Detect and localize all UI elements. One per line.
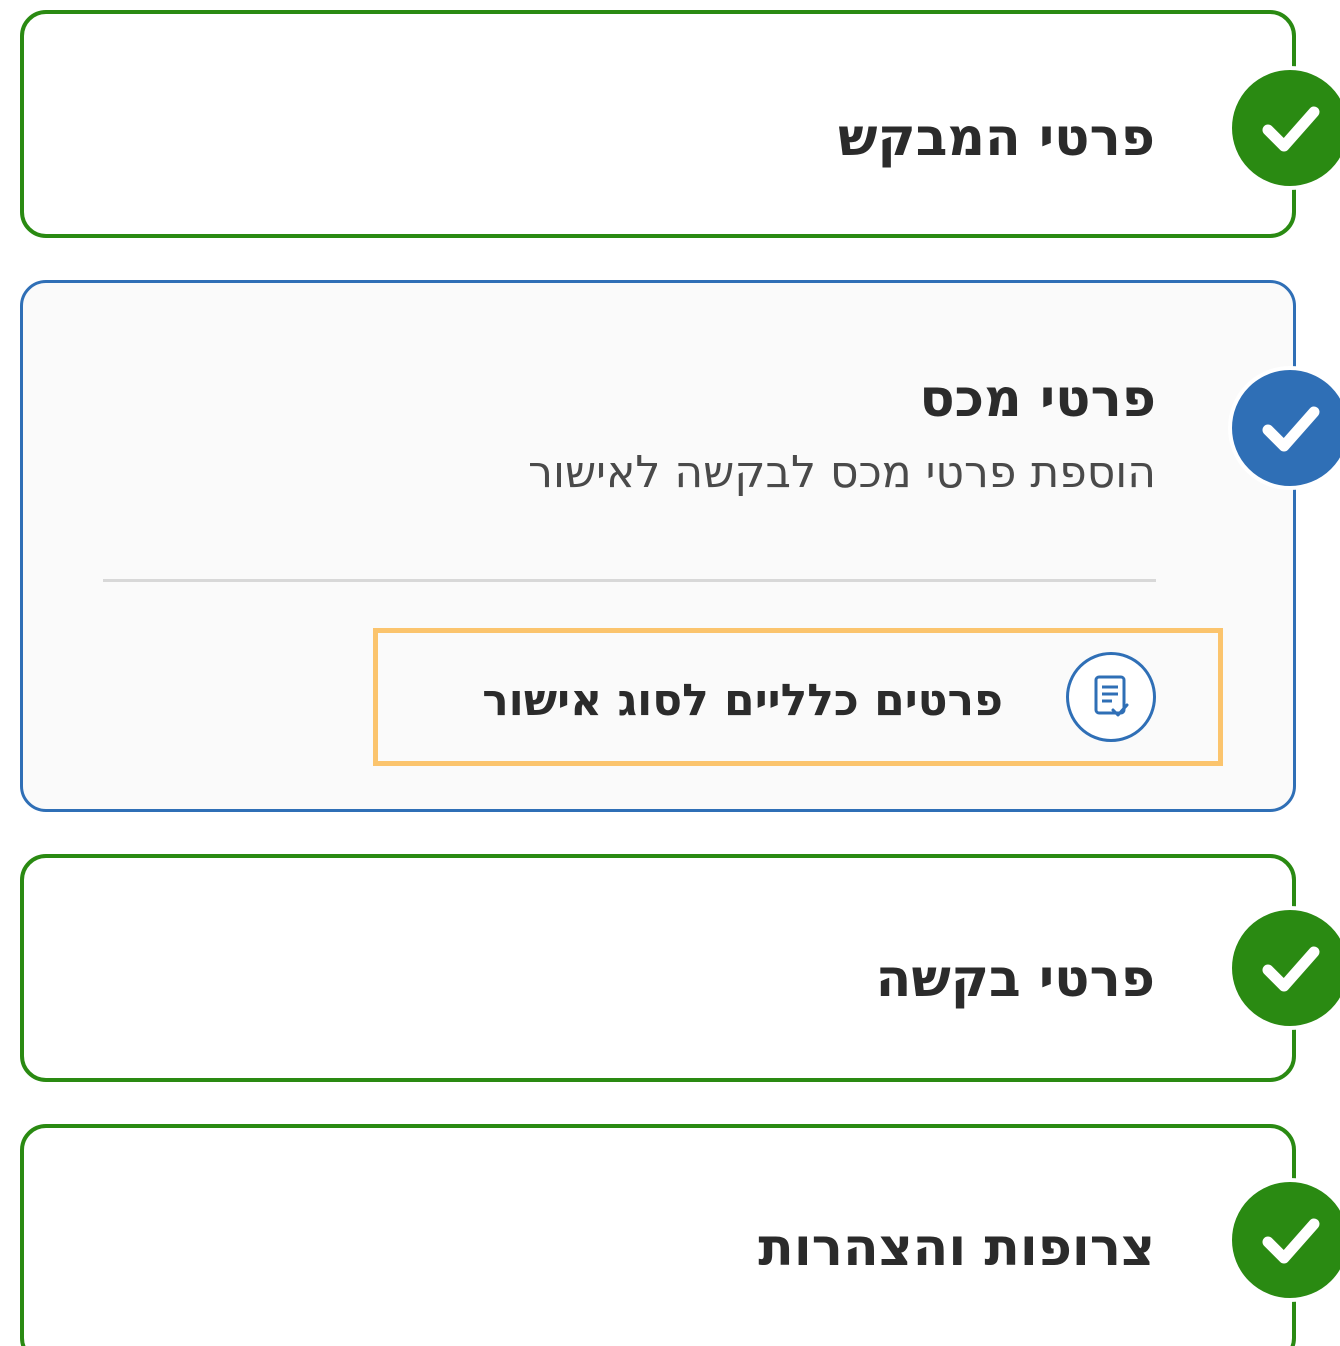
- divider: [103, 579, 1156, 582]
- step-card-request-details[interactable]: פרטי בקשה: [20, 854, 1296, 1082]
- step-status-badge: [1228, 906, 1340, 1030]
- step-subtitle: הוספת פרטי מכס לבקשה לאישור: [528, 447, 1156, 498]
- step-title: פרטי מכס: [919, 369, 1156, 429]
- check-icon: [1262, 1218, 1320, 1264]
- step-card-applicant-details[interactable]: פרטי המבקש: [20, 10, 1296, 238]
- step-status-badge: [1228, 1178, 1340, 1302]
- check-icon: [1262, 946, 1320, 992]
- check-icon: [1262, 106, 1320, 152]
- substep-label: פרטים כלליים לסוג אישור: [482, 675, 1003, 726]
- stepper: פרטי המבקש פרטי מכס הוספת פרטי מכס לבקשה…: [0, 0, 1340, 1346]
- step-title: פרטי המבקש: [837, 108, 1155, 168]
- substep-general-details[interactable]: פרטים כלליים לסוג אישור: [373, 628, 1223, 766]
- step-status-badge: [1228, 366, 1340, 490]
- step-title: פרטי בקשה: [875, 949, 1155, 1009]
- step-title: צרופות והצהרות: [758, 1218, 1155, 1278]
- step-status-badge: [1228, 66, 1340, 190]
- document-check-icon: [1066, 652, 1156, 742]
- step-card-customs-details[interactable]: פרטי מכס הוספת פרטי מכס לבקשה לאישור פרט…: [20, 280, 1296, 812]
- check-icon: [1262, 406, 1320, 452]
- step-card-attachments-declarations[interactable]: צרופות והצהרות: [20, 1124, 1296, 1346]
